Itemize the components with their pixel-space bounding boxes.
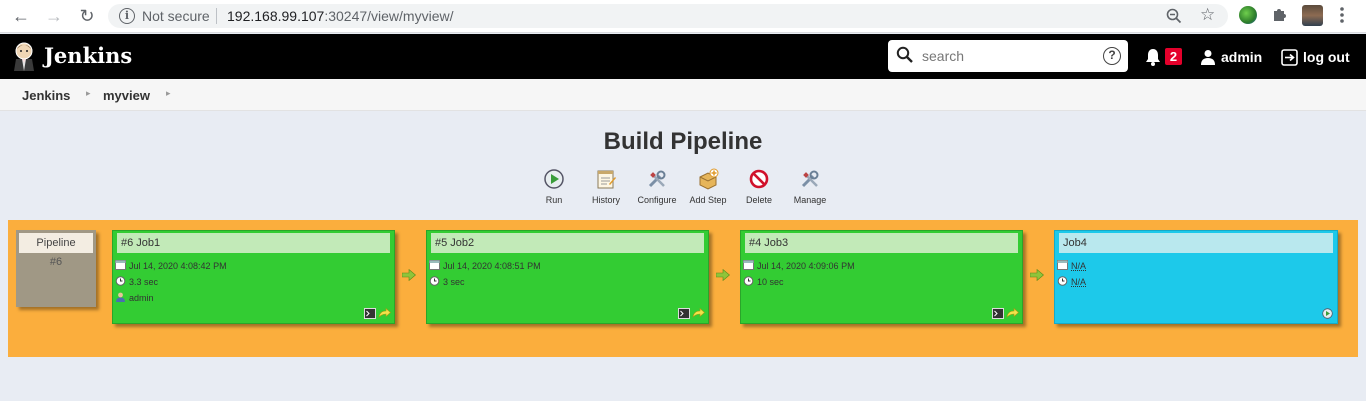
search-box[interactable]: ? xyxy=(888,40,1128,72)
breadcrumb: Jenkins ▸ myview ▸ xyxy=(0,79,1366,111)
job-duration[interactable]: N/A xyxy=(1071,277,1086,287)
forward-arrow-icon[interactable]: → xyxy=(43,6,65,26)
job-date: Jul 14, 2020 4:09:06 PM xyxy=(757,261,855,271)
rebuild-arrow-icon[interactable] xyxy=(692,308,705,319)
jenkins-logo-text[interactable]: Jenkins xyxy=(44,43,132,68)
zoom-out-icon[interactable] xyxy=(1166,8,1182,24)
user-link[interactable]: admin xyxy=(1221,49,1262,65)
rebuild-arrow-icon[interactable] xyxy=(378,308,391,319)
pipeline-label: Pipeline xyxy=(19,233,93,253)
browser-toolbar: ← → ↻ i Not secure 192.168.99.107:30247/… xyxy=(0,0,1366,33)
help-icon[interactable]: ? xyxy=(1103,47,1121,65)
console-icon[interactable] xyxy=(678,308,690,319)
console-icon[interactable] xyxy=(992,308,1004,319)
search-icon xyxy=(896,46,913,63)
pipeline-arrow-icon xyxy=(402,269,416,281)
delete-no-entry-icon xyxy=(749,169,769,189)
run-button[interactable]: Run xyxy=(524,168,584,205)
configure-tools-icon xyxy=(648,170,666,188)
not-secure-label: Not secure xyxy=(142,8,210,24)
pipeline-arrow-icon xyxy=(716,269,730,281)
url-host: 192.168.99.107 xyxy=(227,8,325,24)
job-user-row: admin xyxy=(115,292,154,304)
job-date: Jul 14, 2020 4:08:42 PM xyxy=(129,261,227,271)
job-card-job4[interactable]: Job4 N/A N/A xyxy=(1054,230,1338,324)
job-date[interactable]: N/A xyxy=(1071,261,1086,271)
breadcrumb-chevron-icon[interactable]: ▸ xyxy=(166,88,171,99)
logout-icon[interactable] xyxy=(1281,49,1298,66)
job-date-row: Jul 14, 2020 4:09:06 PM xyxy=(743,260,855,272)
clock-icon xyxy=(743,276,754,286)
job-duration: 3.3 sec xyxy=(129,277,159,287)
breadcrumb-item-myview[interactable]: myview xyxy=(103,88,150,103)
logout-link[interactable]: log out xyxy=(1303,49,1350,65)
breadcrumb-chevron-icon[interactable]: ▸ xyxy=(86,88,91,99)
pipeline-number[interactable]: #6 xyxy=(16,256,96,268)
breadcrumb-item-jenkins[interactable]: Jenkins xyxy=(22,88,70,103)
reload-icon[interactable]: ↻ xyxy=(76,6,98,26)
url-divider xyxy=(216,8,217,24)
url-path: :30247/view/myview/ xyxy=(324,8,454,24)
extension-globe-icon[interactable] xyxy=(1239,6,1257,24)
user-icon xyxy=(116,292,125,302)
info-icon[interactable]: i xyxy=(119,8,135,24)
notification-count-badge[interactable]: 2 xyxy=(1165,48,1182,65)
page-title: Build Pipeline xyxy=(603,128,763,155)
bell-icon[interactable] xyxy=(1145,48,1161,66)
clock-icon xyxy=(1057,276,1068,286)
job-card-job3[interactable]: #4 Job3 Jul 14, 2020 4:09:06 PM 10 sec xyxy=(740,230,1023,324)
job-duration-row: 3.3 sec xyxy=(115,276,158,288)
run-label: Run xyxy=(545,195,563,205)
manage-label: Manage xyxy=(793,195,827,205)
browser-menu-icon[interactable] xyxy=(1336,5,1348,25)
job-card-job1[interactable]: #6 Job1 Jul 14, 2020 4:08:42 PM 3.3 sec … xyxy=(112,230,395,324)
job-duration: 10 sec xyxy=(757,277,784,287)
pipeline-arrow-icon xyxy=(1030,269,1044,281)
job-title[interactable]: #5 Job2 xyxy=(431,233,704,253)
url-text[interactable]: 192.168.99.107:30247/view/myview/ xyxy=(227,8,454,24)
history-notepad-icon xyxy=(597,170,616,189)
calendar-icon xyxy=(115,260,126,270)
job-duration: 3 sec xyxy=(443,277,465,287)
calendar-icon xyxy=(743,260,754,270)
extensions-puzzle-icon[interactable] xyxy=(1271,5,1289,23)
job-title[interactable]: #4 Job3 xyxy=(745,233,1018,253)
back-arrow-icon[interactable]: ← xyxy=(10,6,32,26)
job-duration-row: 3 sec xyxy=(429,276,465,288)
console-icon[interactable] xyxy=(364,308,376,319)
job-date-row: Jul 14, 2020 4:08:51 PM xyxy=(429,260,541,272)
manage-button[interactable]: Manage xyxy=(780,168,840,205)
calendar-icon xyxy=(1057,260,1068,270)
calendar-icon xyxy=(429,260,440,270)
bookmark-star-icon[interactable]: ☆ xyxy=(1200,5,1215,25)
rebuild-arrow-icon[interactable] xyxy=(1006,308,1019,319)
run-clock-icon xyxy=(544,169,564,189)
pipeline-card[interactable]: Pipeline #6 xyxy=(16,230,96,307)
manage-tools-icon xyxy=(801,170,819,188)
job-title[interactable]: #6 Job1 xyxy=(117,233,390,253)
job-title[interactable]: Job4 xyxy=(1059,233,1333,253)
user-icon[interactable] xyxy=(1200,49,1216,65)
add-step-box-icon xyxy=(699,168,719,190)
job-date-row: Jul 14, 2020 4:08:42 PM xyxy=(115,260,227,272)
job-user[interactable]: admin xyxy=(129,293,154,303)
jenkins-butler-logo-icon[interactable] xyxy=(12,41,36,71)
trigger-build-icon[interactable] xyxy=(1321,308,1334,319)
clock-icon xyxy=(429,276,440,286)
job-date-row: N/A xyxy=(1057,260,1086,272)
job-duration-row: N/A xyxy=(1057,276,1086,288)
profile-avatar[interactable] xyxy=(1302,5,1323,26)
job-date: Jul 14, 2020 4:08:51 PM xyxy=(443,261,541,271)
address-bar[interactable]: i Not secure 192.168.99.107:30247/view/m… xyxy=(108,4,1228,28)
job-card-job2[interactable]: #5 Job2 Jul 14, 2020 4:08:51 PM 3 sec xyxy=(426,230,709,324)
jenkins-header: Jenkins ? 2 admin log out xyxy=(0,34,1366,79)
job-duration-row: 10 sec xyxy=(743,276,784,288)
clock-icon xyxy=(115,276,126,286)
search-input[interactable] xyxy=(922,46,1092,66)
